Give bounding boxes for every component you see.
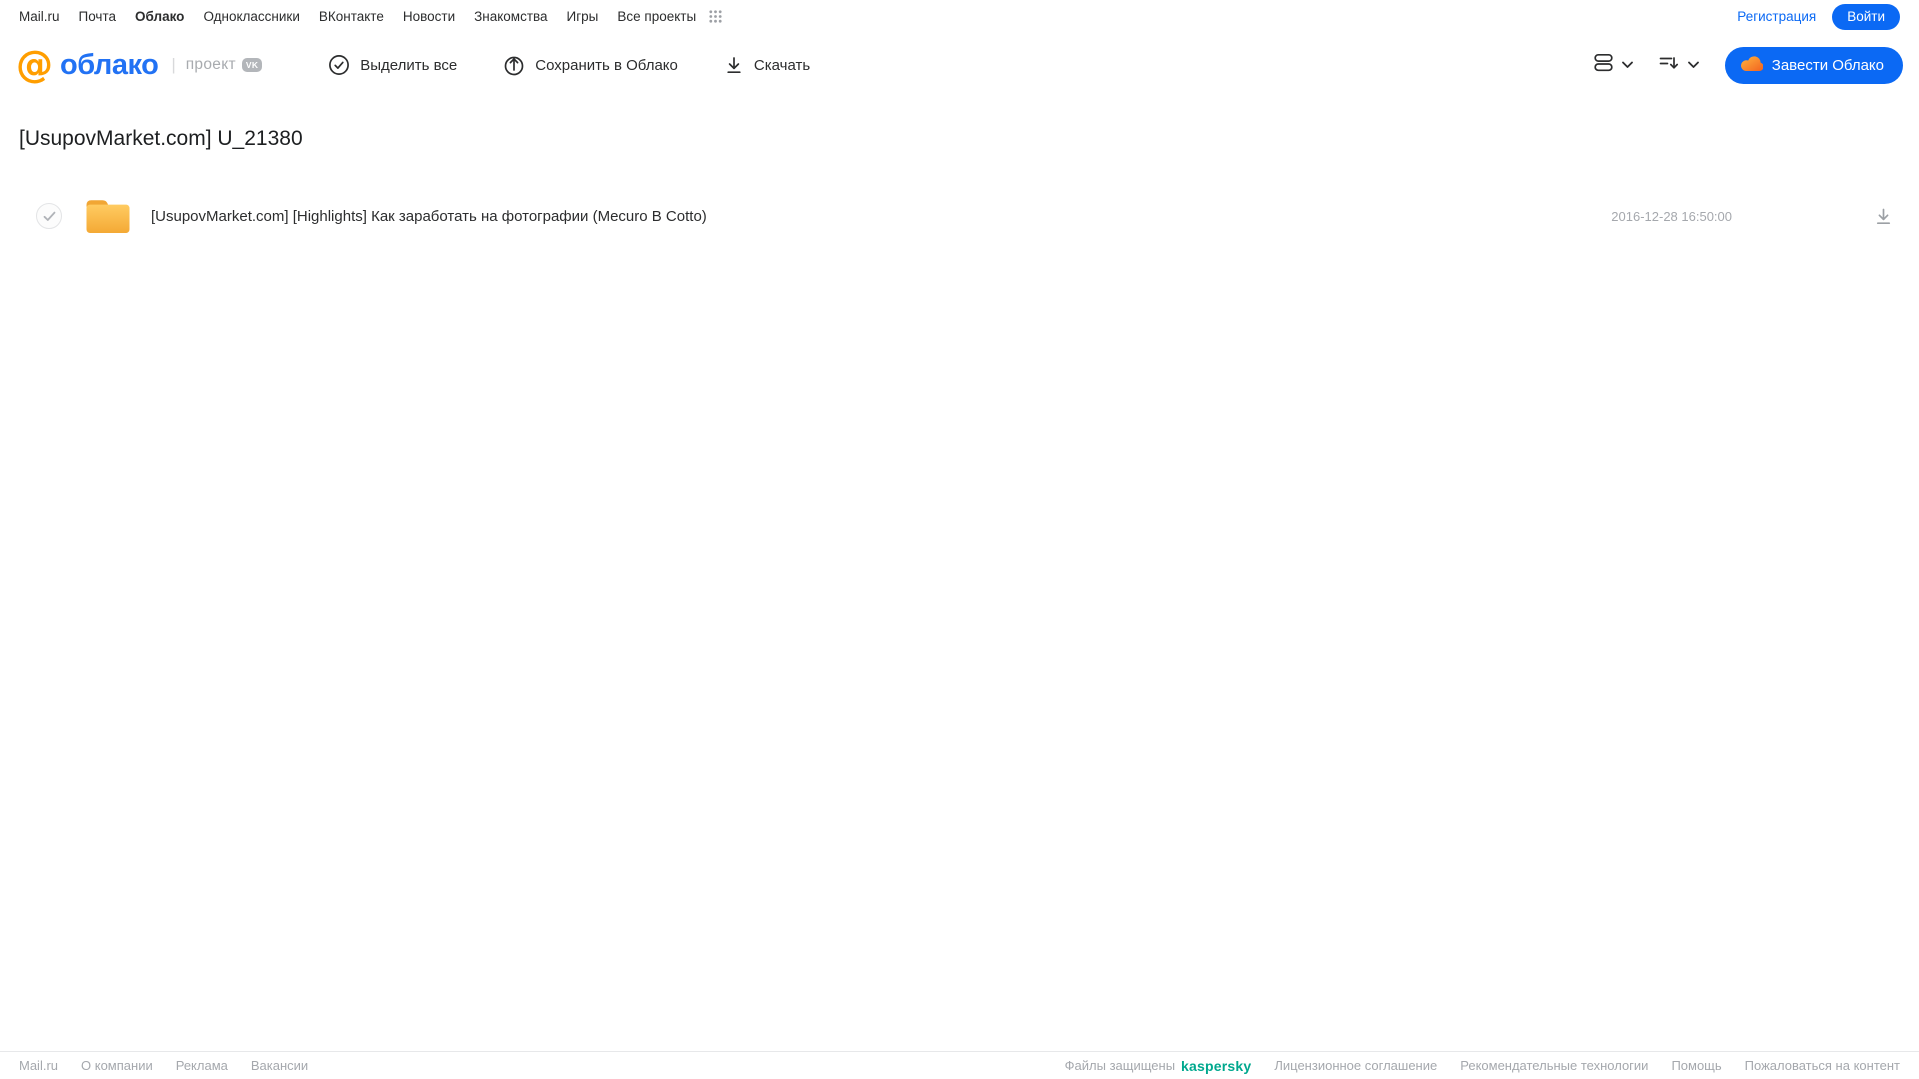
toolbar: Выделить все Сохранить в Облако Скачать xyxy=(328,54,810,76)
row-checkbox[interactable] xyxy=(36,203,62,229)
sort-icon xyxy=(1659,54,1679,77)
page-title: [UsupovMarket.com] U_21380 xyxy=(19,127,303,150)
select-all-label: Выделить все xyxy=(360,56,458,74)
kaspersky-logo[interactable]: kaspersky xyxy=(1181,1058,1251,1074)
portal-topbar: Mail.ru Почта Облако Одноклассники ВКонт… xyxy=(0,0,1919,33)
portal-link-all-projects[interactable]: Все проекты xyxy=(617,9,696,24)
download-icon xyxy=(724,55,744,75)
select-all-button[interactable]: Выделить все xyxy=(328,54,457,76)
cloud-header: @ облако | проект VK Выделить все Сохран… xyxy=(0,33,1919,97)
portal-link-news[interactable]: Новости xyxy=(403,9,455,24)
kaspersky-protection: Файлы защищены kaspersky xyxy=(1065,1058,1252,1074)
file-date: 2016-12-28 16:50:00 xyxy=(1611,208,1732,224)
portal-nav: Mail.ru Почта Облако Одноклассники ВКонт… xyxy=(19,9,722,24)
portal-link-cloud[interactable]: Облако xyxy=(135,9,184,24)
sort-dropdown[interactable] xyxy=(1659,54,1699,77)
create-cloud-label: Завести Облако xyxy=(1771,56,1884,74)
apps-grid-icon[interactable] xyxy=(709,10,722,23)
files-protected-label: Файлы защищены xyxy=(1064,1058,1176,1073)
cloud-upload-icon xyxy=(503,54,525,76)
footer-link-recommendation-tech[interactable]: Рекомендательные технологии xyxy=(1460,1058,1648,1073)
portal-link-mailru[interactable]: Mail.ru xyxy=(19,9,60,24)
file-name-link[interactable]: [UsupovMarket.com] [Highlights] Как зара… xyxy=(151,208,707,225)
login-button[interactable]: Войти xyxy=(1832,3,1900,30)
cloud-logo[interactable]: @ облако | проект VK xyxy=(16,43,263,86)
footer-left-links: Mail.ru О компании Реклама Вакансии xyxy=(19,1058,308,1073)
view-mode-dropdown[interactable] xyxy=(1594,53,1633,77)
download-button[interactable]: Скачать xyxy=(724,55,810,75)
portal-link-vkontakte[interactable]: ВКонтакте xyxy=(319,9,384,24)
vk-badge-icon: VK xyxy=(241,57,263,73)
cloud-logo-text: облако xyxy=(60,49,159,81)
row-download-icon[interactable] xyxy=(1874,207,1893,226)
registration-link[interactable]: Регистрация xyxy=(1737,9,1816,24)
footer-link-jobs[interactable]: Вакансии xyxy=(251,1058,308,1073)
project-label: проект xyxy=(185,56,236,73)
footer-link-report-content[interactable]: Пожаловаться на контент xyxy=(1745,1058,1900,1073)
footer-right-links: Файлы защищены kaspersky Лицензионное со… xyxy=(1065,1058,1900,1074)
mailru-at-icon: @ xyxy=(16,43,53,86)
header-right: Завести Облако xyxy=(1594,46,1903,84)
chevron-down-icon xyxy=(1687,56,1699,74)
portal-topbar-right: Регистрация Войти xyxy=(1737,3,1900,30)
check-circle-icon xyxy=(328,54,350,76)
footer-link-help[interactable]: Помощь xyxy=(1671,1058,1721,1073)
footer-link-license[interactable]: Лицензионное соглашение xyxy=(1274,1058,1437,1073)
logo-divider: | xyxy=(171,55,176,74)
footer-link-about[interactable]: О компании xyxy=(81,1058,153,1073)
footer-link-mailru[interactable]: Mail.ru xyxy=(19,1058,58,1073)
portal-link-odnoklassniki[interactable]: Одноклассники xyxy=(203,9,299,24)
folder-icon xyxy=(83,196,133,236)
portal-link-games[interactable]: Игры xyxy=(567,9,599,24)
chevron-down-icon xyxy=(1621,56,1633,74)
file-row[interactable]: [UsupovMarket.com] [Highlights] Как зара… xyxy=(0,189,1919,243)
portal-link-dating[interactable]: Знакомства xyxy=(474,9,547,24)
footer-link-ads[interactable]: Реклама xyxy=(176,1058,228,1073)
cloud-icon xyxy=(1740,55,1764,76)
footer: Mail.ru О компании Реклама Вакансии Файл… xyxy=(0,1051,1919,1079)
main-content: [UsupovMarket.com] U_21380 [UsupovMarket… xyxy=(0,127,1919,243)
list-view-icon xyxy=(1594,53,1613,77)
download-label: Скачать xyxy=(753,56,811,74)
create-cloud-button[interactable]: Завести Облако xyxy=(1724,46,1903,84)
save-to-cloud-button[interactable]: Сохранить в Облако xyxy=(503,54,678,76)
save-to-cloud-label: Сохранить в Облако xyxy=(535,56,678,74)
portal-link-mail[interactable]: Почта xyxy=(79,9,117,24)
